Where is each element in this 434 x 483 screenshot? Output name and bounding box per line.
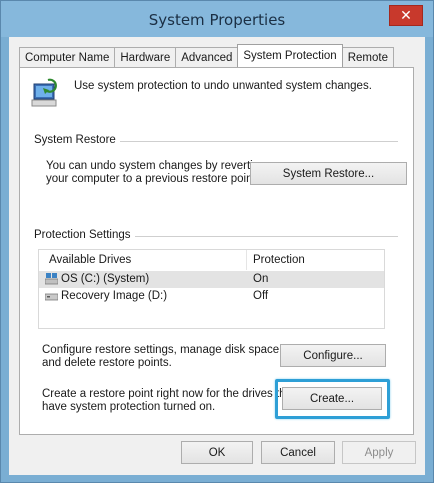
window-title: System Properties: [148, 11, 286, 29]
drive-name: OS (C:) (System): [61, 273, 150, 285]
apply-button[interactable]: Apply: [342, 441, 416, 464]
table-header: Available Drives Protection: [39, 250, 384, 270]
configure-description-line2: and delete restore points.: [42, 357, 172, 369]
cancel-button[interactable]: Cancel: [261, 441, 335, 464]
intro-text: Use system protection to undo unwanted s…: [74, 80, 372, 92]
column-header-available-drives[interactable]: Available Drives: [49, 254, 131, 266]
tab-computer-name[interactable]: Computer Name: [19, 47, 116, 67]
drive-protection-status: Off: [253, 290, 269, 302]
table-row[interactable]: Recovery Image (D:) Off: [39, 288, 384, 305]
drive-icon: [44, 290, 59, 302]
system-drive-icon: [44, 273, 59, 285]
system-restore-description-line2: your computer to a previous restore poin…: [46, 173, 259, 185]
tab-remote[interactable]: Remote: [341, 47, 394, 67]
title-bar[interactable]: System Properties ✕: [1, 1, 433, 37]
tab-advanced[interactable]: Advanced: [175, 47, 239, 67]
configure-description-line1: Configure restore settings, manage disk …: [42, 344, 283, 356]
drive-name: Recovery Image (D:): [61, 290, 168, 302]
system-restore-description-line1: You can undo system changes by reverting: [46, 160, 266, 172]
create-description-line1: Create a restore point right now for the…: [42, 388, 296, 400]
close-icon: ✕: [400, 7, 412, 23]
ok-button[interactable]: OK: [181, 441, 253, 464]
tab-hardware[interactable]: Hardware: [114, 47, 177, 67]
system-protection-panel: Use system protection to undo unwanted s…: [19, 67, 414, 435]
system-restore-group-title: System Restore: [34, 134, 120, 146]
tab-strip: Computer Name Hardware Advanced System P…: [19, 44, 394, 67]
drive-protection-status: On: [253, 273, 269, 285]
column-header-protection[interactable]: Protection: [253, 254, 305, 266]
create-description-line2: have system protection turned on.: [42, 401, 216, 413]
system-properties-window: System Properties ✕ Computer Name Hardwa…: [0, 0, 434, 483]
tab-system-protection[interactable]: System Protection: [237, 44, 343, 67]
drives-table[interactable]: Available Drives Protection OS (C:) (Sys…: [38, 249, 385, 329]
column-separator: [246, 250, 247, 270]
dialog-client-area: Computer Name Hardware Advanced System P…: [9, 37, 425, 475]
table-row[interactable]: OS (C:) (System) On: [39, 271, 384, 288]
system-restore-button[interactable]: System Restore...: [250, 162, 407, 185]
configure-button[interactable]: Configure...: [280, 344, 386, 367]
protection-settings-group-title: Protection Settings: [34, 229, 135, 241]
create-button-highlight: [275, 379, 390, 419]
system-protection-icon: [30, 78, 60, 110]
close-button[interactable]: ✕: [389, 5, 423, 26]
